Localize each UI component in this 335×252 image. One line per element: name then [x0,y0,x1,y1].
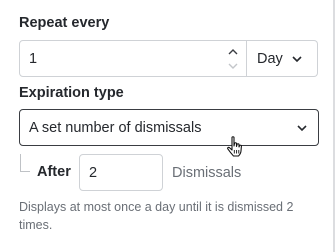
schedule-settings-panel: Repeat every 1 Day Expiration type A set… [0,0,335,252]
help-text: Displays at most once a day until it is … [19,200,294,232]
repeat-unit-select[interactable]: Day [247,40,318,77]
repeat-interval-input[interactable]: 1 [19,40,247,77]
expiration-type-label: Expiration type [19,85,124,101]
expiration-type-value: A set number of dismissals [29,120,202,136]
repeat-every-label: Repeat every [19,15,110,31]
dismissal-count-value: 2 [89,165,98,181]
dismissals-suffix: Dismissals [172,165,242,181]
repeat-unit-value: Day [257,51,283,67]
nested-connector-line [20,154,30,172]
expiration-type-select[interactable]: A set number of dismissals [19,109,319,146]
dismissal-count-input[interactable]: 2 [79,154,163,191]
repeat-interval-stepper[interactable] [226,45,240,73]
chevron-down-icon[interactable] [226,60,240,72]
chevron-down-icon [292,56,302,63]
repeat-interval-value: 1 [29,51,38,67]
after-label: After [37,164,71,180]
chevron-up-icon[interactable] [226,46,240,58]
hand-pointer-cursor-icon [227,136,242,157]
chevron-down-icon [297,125,307,132]
